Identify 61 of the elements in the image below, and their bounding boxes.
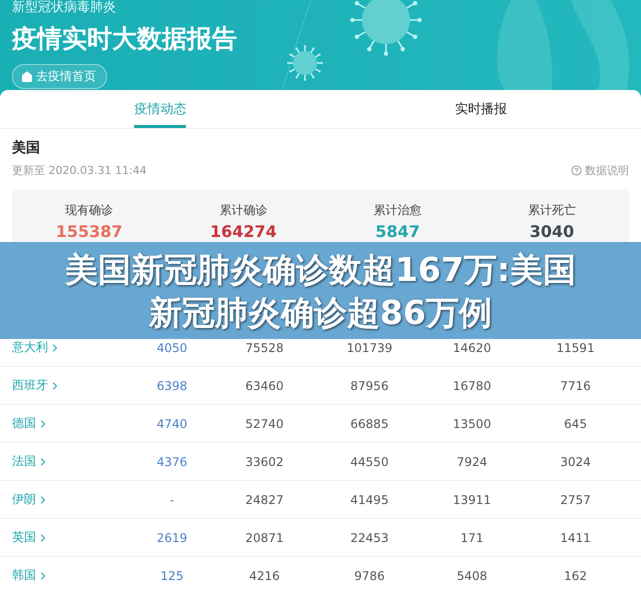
update-time: 更新至 2020.03.31 11:44	[12, 163, 147, 178]
country-link[interactable]: 西班牙	[12, 377, 61, 394]
table-cell-text: 125	[160, 568, 184, 582]
table-cell-text: 162	[563, 568, 588, 582]
table-cell-text: 3024	[559, 454, 592, 468]
tab[interactable]: 疫情动态	[0, 90, 320, 128]
table-cell-text: 33602	[244, 454, 285, 468]
stat-label: 累计治愈	[374, 202, 422, 219]
country-link[interactable]: 英国	[12, 529, 49, 546]
help-link[interactable]: 数据说明	[571, 163, 629, 178]
region-name: 美国	[12, 139, 41, 157]
table-cell-text: 11591	[555, 340, 596, 354]
stat-value: 3040	[530, 222, 574, 241]
page-title: 疫情实时大数据报告	[12, 24, 237, 54]
stat-value: 5847	[375, 222, 420, 241]
table-cell-text: -	[168, 492, 176, 506]
table-cell-text: 22453	[349, 530, 390, 544]
table-cell-text: 645	[563, 416, 588, 430]
table-cell-text: 66885	[349, 416, 390, 430]
help-icon	[571, 165, 582, 176]
subtitle: 新型冠状病毒肺炎	[12, 0, 116, 16]
tab[interactable]: 实时播报	[320, 90, 641, 128]
home-button[interactable]: 去疫情首页	[12, 64, 107, 89]
table-cell-text: 13911	[452, 492, 492, 506]
stat-value: 155387	[56, 222, 123, 241]
stat-label: 累计死亡	[528, 202, 576, 219]
table-cell-text: 7924	[456, 454, 488, 468]
table-cell-text: 16780	[452, 378, 492, 392]
table-cell-text: 6398	[156, 378, 188, 392]
table-cell-text: 4740	[156, 416, 188, 430]
table-cell-text: 13500	[452, 416, 492, 430]
table-cell-text: 52740	[244, 416, 285, 430]
stat-label: 累计确诊	[219, 202, 268, 219]
country-link[interactable]: 法国	[12, 453, 49, 470]
table-cell-text: 1411	[559, 530, 592, 544]
table-cell-text: 14620	[452, 340, 492, 354]
table-cell-text: 87956	[349, 378, 390, 392]
table-cell-text: 24827	[244, 492, 285, 506]
table-cell-text: 44550	[349, 454, 390, 468]
table-cell-text: 41495	[349, 492, 390, 506]
country-link[interactable]: 意大利	[12, 339, 61, 356]
stat-value: 164274	[210, 222, 277, 241]
stat-label: 现有确诊	[65, 202, 114, 219]
table-cell-text: 4376	[156, 454, 188, 468]
table-cell-text: 4050	[156, 340, 188, 354]
home-icon	[21, 70, 33, 82]
table-cell-text: 5408	[456, 568, 488, 582]
country-link[interactable]: 德国	[12, 415, 49, 432]
table-cell-text: 75528	[244, 340, 285, 354]
table-cell-text: 9786	[353, 568, 386, 582]
table-cell-text: 2619	[156, 530, 188, 544]
headline: 美国新冠肺炎确诊数超167万:美国新冠肺炎确诊超86万例	[64, 248, 578, 334]
table-cell-text: 101739	[346, 340, 394, 354]
table-cell-text: 7716	[559, 378, 592, 392]
table-cell-text: 63460	[244, 378, 285, 392]
country-link[interactable]: 伊朗	[12, 491, 49, 508]
table-cell-text: 20871	[244, 530, 285, 544]
table-cell-text: 2757	[559, 492, 592, 506]
table-cell-text: 4216	[248, 568, 281, 582]
country-link[interactable]: 韩国	[12, 567, 49, 584]
table-cell-text: 171	[460, 530, 484, 544]
